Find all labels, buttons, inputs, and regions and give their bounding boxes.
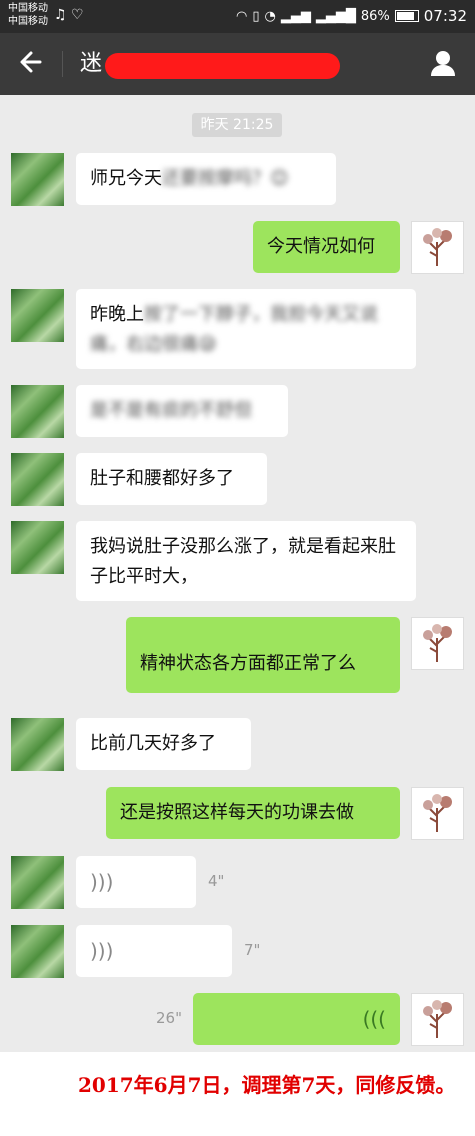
signal-4g-icon: ▂▄▆█ xyxy=(315,8,356,24)
wifi-icon: ◔ xyxy=(264,8,276,24)
message-text: 还是按照这样每天的功课去做 xyxy=(120,802,354,823)
message-bubble-outgoing[interactable]: 今天情况如何 xyxy=(253,221,400,273)
blurred-text: 还要按摩吗？😊 xyxy=(162,168,289,189)
voice-message-incoming[interactable]: ))) xyxy=(76,856,196,908)
carrier-2: 中国移动 xyxy=(8,16,48,27)
heart-icon: ♡ xyxy=(71,7,84,23)
message-text: 精神状态各方面都正常了么 xyxy=(140,653,356,674)
voice-duration: 7" xyxy=(244,941,261,959)
caption-area: 2017年6月7日，调理第7天，同修反馈。 xyxy=(0,1052,475,1136)
redaction-mark xyxy=(105,53,340,79)
message-bubble-outgoing[interactable]: 精神状态各方面都正常了么 xyxy=(126,617,400,693)
message-timestamp: 昨天 21:25 xyxy=(192,113,282,137)
self-avatar[interactable] xyxy=(411,787,464,840)
contact-avatar[interactable] xyxy=(11,289,64,342)
voice-duration: 26" xyxy=(156,1009,182,1027)
contact-avatar[interactable] xyxy=(11,521,64,574)
contact-avatar[interactable] xyxy=(11,925,64,978)
contact-avatar[interactable] xyxy=(11,385,64,438)
message-text: 我妈说肚子没那么涨了，就是看起来肚子比平时大， xyxy=(90,536,396,587)
self-avatar[interactable] xyxy=(411,617,464,670)
voice-duration: 4" xyxy=(208,872,225,890)
voice-wave-icon: ))) xyxy=(90,939,114,963)
header-divider xyxy=(62,51,63,77)
contact-avatar[interactable] xyxy=(11,718,64,771)
notification-icons: ♫ ♡ xyxy=(54,7,84,23)
headphones-icon: ◠ xyxy=(236,8,248,24)
message-bubble-incoming[interactable]: 肚子和腰都好多了 xyxy=(76,453,267,505)
contact-avatar[interactable] xyxy=(11,856,64,909)
voice-wave-icon: ))) xyxy=(90,870,114,894)
contact-avatar[interactable] xyxy=(11,453,64,506)
music-note-icon: ♫ xyxy=(54,7,67,23)
battery-icon xyxy=(394,10,419,22)
message-bubble-incoming[interactable]: 是不是有痰的不舒但 xyxy=(76,385,288,437)
message-text: 今天情况如何 xyxy=(267,236,375,257)
system-indicators: ◠ ▯ ◔ ▂▄▆ ▂▄▆█ 86% 07:32 xyxy=(236,7,467,25)
clock: 07:32 xyxy=(423,7,467,25)
message-bubble-incoming[interactable]: 比前几天好多了 xyxy=(76,718,251,770)
self-avatar[interactable] xyxy=(411,221,464,274)
message-bubble-outgoing[interactable]: 还是按照这样每天的功课去做 xyxy=(106,787,400,839)
chat-header: 迷 xyxy=(0,33,475,95)
user-icon[interactable] xyxy=(429,49,457,77)
contact-avatar[interactable] xyxy=(11,153,64,206)
message-text: 肚子和腰都好多了 xyxy=(90,468,234,489)
voice-wave-icon: ((( xyxy=(362,1007,386,1031)
message-text: 昨晚上 xyxy=(90,304,144,325)
blurred-text: 是不是有痰的不舒但 xyxy=(90,400,252,421)
message-bubble-incoming[interactable]: 师兄今天还要按摩吗？😊 xyxy=(76,153,336,205)
message-text: 师兄今天 xyxy=(90,168,162,189)
back-arrow-icon[interactable] xyxy=(18,47,44,84)
self-avatar[interactable] xyxy=(411,993,464,1046)
signal-2g-icon: ▂▄▆ xyxy=(280,8,311,24)
caption-text: 2017年6月7日，调理第7天，同修反馈。 xyxy=(78,1073,456,1097)
message-bubble-incoming[interactable]: 昨晚上按了一下脖子，我担今天又说痛，右边很痛😪 xyxy=(76,289,416,369)
status-bar: 中国移动 中国移动 ♫ ♡ ◠ ▯ ◔ ▂▄▆ ▂▄▆█ 86% 07:32 xyxy=(0,0,475,33)
message-bubble-incoming[interactable]: 我妈说肚子没那么涨了，就是看起来肚子比平时大， xyxy=(76,521,416,601)
voice-message-outgoing[interactable]: ((( xyxy=(193,993,400,1045)
carrier-1: 中国移动 xyxy=(8,3,48,14)
carrier-info: 中国移动 中国移动 xyxy=(8,2,48,28)
voice-message-incoming[interactable]: ))) xyxy=(76,925,232,977)
vibrate-icon: ▯ xyxy=(252,8,260,24)
battery-percent: 86% xyxy=(360,8,390,24)
chat-title: 迷 xyxy=(80,51,103,76)
message-text: 比前几天好多了 xyxy=(90,733,216,754)
